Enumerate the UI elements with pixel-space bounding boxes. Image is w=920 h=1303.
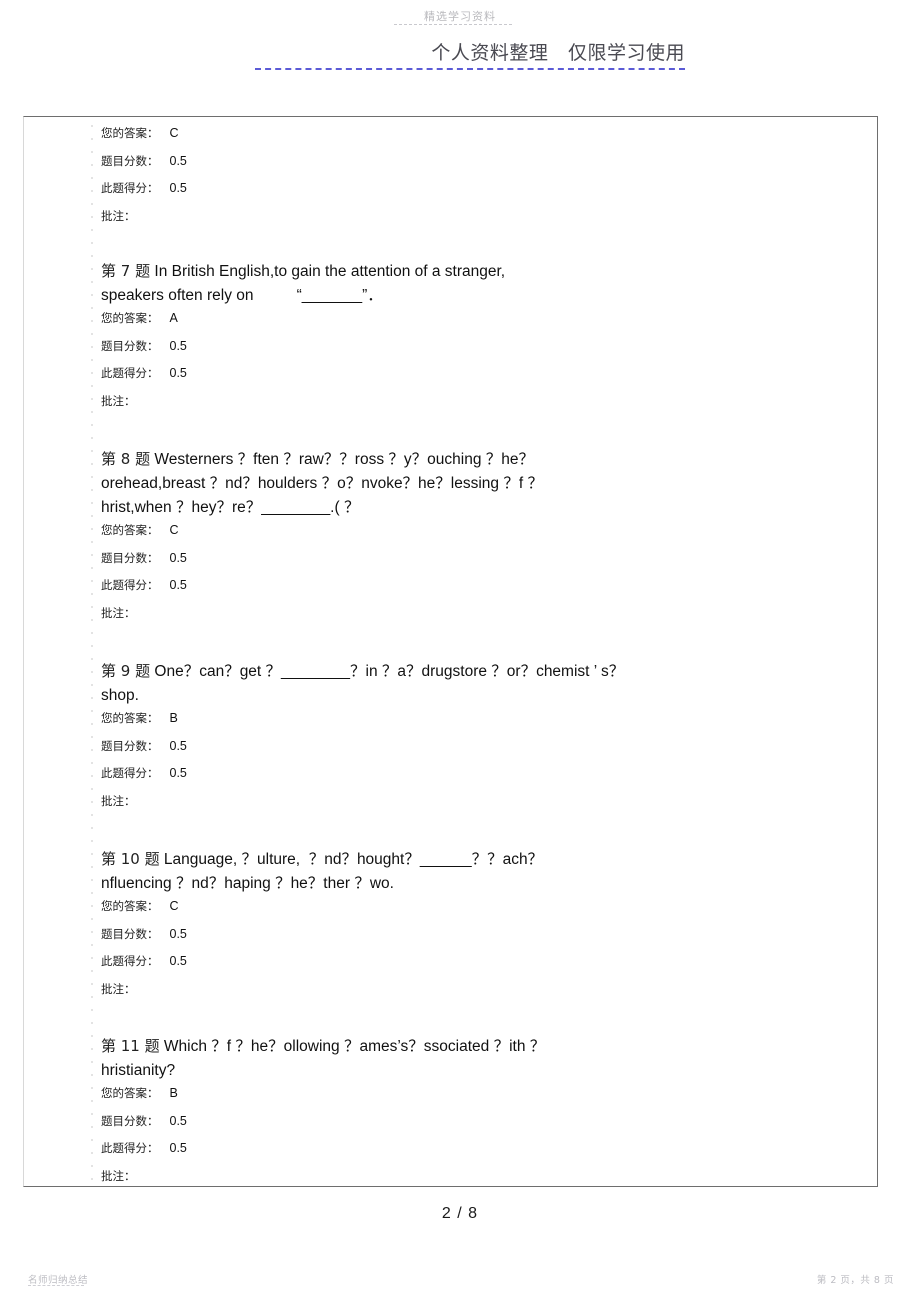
value-score-obtained: 0.5	[169, 766, 187, 780]
meta-row-annotation-label: 批注：	[101, 1168, 136, 1183]
question-text: 第 7 题 In British English,to gain the att…	[101, 259, 801, 308]
meta-row-score-obtained-label: 此题得分：	[101, 766, 159, 780]
meta-row-score-obtained: 此题得分： 0.5	[101, 765, 801, 793]
question-body: Westerners ？ften ？raw？？ross ？y？ouching ？…	[101, 451, 543, 516]
value-question-score: 0.5	[169, 338, 187, 353]
exam-content-frame: 您的答案： C 题目分数： 0.5 此题得分： 0.5 批注： 第 7 题 In Britis…	[23, 116, 878, 1187]
value-your-answer: B	[169, 711, 178, 725]
value-your-answer: C	[169, 126, 179, 140]
question-number: 第 11 题	[101, 1037, 160, 1055]
question-block: 您的答案： C 题目分数： 0.5 此题得分： 0.5 批注：	[101, 125, 801, 235]
document-header-title: 个人资料整理 仅限学习使用	[431, 42, 685, 64]
meta-row-your-answer: 您的答案： B	[101, 710, 801, 738]
question-number: 第 10 题	[101, 850, 160, 868]
meta-row-score-obtained-label: 此题得分：	[101, 181, 159, 195]
meta-row-your-answer: 您的答案： C	[101, 125, 801, 153]
meta-row-question-score: 题目分数： 0.5	[101, 738, 801, 766]
value-score-obtained: 0.5	[169, 1141, 187, 1155]
meta-row-question-score: 题目分数： 0.5	[101, 153, 801, 181]
meta-row-score-obtained-label: 此题得分：	[101, 578, 159, 592]
meta-row-score-obtained: 此题得分： 0.5	[101, 577, 801, 605]
meta-row-score-obtained: 此题得分： 0.5	[101, 1140, 801, 1168]
question-number: 第 9 题	[101, 662, 151, 680]
meta-row-question-score: 题目分数： 0.5	[101, 926, 801, 954]
meta-row-your-answer-label: 您的答案：	[101, 899, 159, 913]
value-question-score: 0.5	[169, 1113, 187, 1128]
value-your-answer: C	[169, 899, 179, 913]
meta-row-score-obtained-label: 此题得分：	[101, 954, 159, 968]
meta-row-annotation: 批注：	[101, 605, 801, 633]
meta-row-annotation: 批注：	[101, 208, 801, 236]
meta-row-annotation-label: 批注：	[101, 208, 136, 223]
meta-row-score-obtained: 此题得分： 0.5	[101, 953, 801, 981]
question-block: 第 11 题 Which ？f ？he？ollowing ？ames’s？sso…	[101, 1034, 801, 1195]
question-block: 第 7 题 In British English,to gain the att…	[101, 259, 801, 420]
question-text: 第 9 题 One？can？get ？________？in ？a？drugst…	[101, 659, 801, 708]
meta-row-your-answer: 您的答案： A	[101, 310, 801, 338]
exam-question-list: 您的答案： C 题目分数： 0.5 此题得分： 0.5 批注： 第 7 题 In Britis…	[101, 117, 867, 1186]
meta-row-your-answer-label: 您的答案：	[101, 126, 159, 140]
meta-row-question-score-label: 题目分数：	[101, 1113, 159, 1128]
value-question-score: 0.5	[169, 926, 187, 941]
watermark-top-rule	[394, 24, 512, 25]
meta-row-question-score-label: 题目分数：	[101, 738, 159, 753]
question-text: 第 8 题 Westerners ？ften ？raw？？ross ？y？ouc…	[101, 447, 801, 520]
value-your-answer: A	[169, 311, 178, 325]
meta-row-your-answer: 您的答案： C	[101, 522, 801, 550]
meta-row-your-answer-label: 您的答案：	[101, 523, 159, 537]
meta-row-question-score-label: 题目分数：	[101, 550, 159, 565]
meta-row-annotation: 批注：	[101, 1168, 801, 1196]
value-score-obtained: 0.5	[169, 366, 187, 380]
value-question-score: 0.5	[169, 550, 187, 565]
question-block: 第 8 题 Westerners ？ften ？raw？？ross ？y？ouc…	[101, 447, 801, 632]
watermark-bottom-right: 第 2 页，共 8 页	[816, 1275, 894, 1286]
question-body: Language, ？ulture, ？nd？hought？______？？ac…	[101, 851, 544, 892]
value-question-score: 0.5	[169, 153, 187, 168]
page-indicator: 2 / 8	[441, 1205, 479, 1222]
meta-row-question-score: 题目分数： 0.5	[101, 1113, 801, 1141]
value-score-obtained: 0.5	[169, 954, 187, 968]
meta-row-score-obtained-label: 此题得分：	[101, 1141, 159, 1155]
watermark-bottom-left-rule	[28, 1285, 84, 1286]
meta-row-question-score-label: 题目分数：	[101, 926, 159, 941]
document-header: 个人资料整理 仅限学习使用	[255, 38, 685, 70]
meta-row-question-score-label: 题目分数：	[101, 153, 159, 168]
meta-row-annotation: 批注：	[101, 981, 801, 1009]
meta-row-your-answer-label: 您的答案：	[101, 311, 159, 325]
meta-row-your-answer-label: 您的答案：	[101, 711, 159, 725]
meta-row-your-answer-label: 您的答案：	[101, 1086, 159, 1100]
meta-row-annotation: 批注：	[101, 393, 801, 421]
question-block: 第 10 题 Language, ？ulture, ？nd？hought？___…	[101, 847, 801, 1008]
question-body: One？can？get ？________？in ？a？drugstore ？o…	[101, 663, 625, 704]
watermark-top: 精选学习资料	[424, 10, 496, 23]
meta-row-question-score: 题目分数： 0.5	[101, 550, 801, 578]
meta-row-annotation: 批注：	[101, 793, 801, 821]
watermark-bottom-left: 名师归纳总结	[28, 1275, 89, 1286]
meta-row-your-answer: 您的答案： C	[101, 898, 801, 926]
question-body: Which ？f ？he？ollowing ？ames’s？ssociated …	[101, 1038, 546, 1079]
value-your-answer: C	[169, 523, 179, 537]
value-score-obtained: 0.5	[169, 578, 187, 592]
value-your-answer: B	[169, 1086, 178, 1100]
question-text: 第 10 题 Language, ？ulture, ？nd？hought？___…	[101, 847, 801, 896]
value-question-score: 0.5	[169, 738, 187, 753]
meta-row-question-score: 题目分数： 0.5	[101, 338, 801, 366]
meta-row-score-obtained: 此题得分： 0.5	[101, 365, 801, 393]
meta-row-score-obtained-label: 此题得分：	[101, 366, 159, 380]
value-score-obtained: 0.5	[169, 181, 187, 195]
meta-row-annotation-label: 批注：	[101, 605, 136, 620]
meta-row-annotation-label: 批注：	[101, 981, 136, 996]
question-text: 第 11 题 Which ？f ？he？ollowing ？ames’s？sso…	[101, 1034, 801, 1083]
question-number: 第 7 题	[101, 262, 151, 280]
meta-row-question-score-label: 题目分数：	[101, 338, 159, 353]
question-block: 第 9 题 One？can？get ？________？in ？a？drugst…	[101, 659, 801, 820]
meta-row-score-obtained: 此题得分： 0.5	[101, 180, 801, 208]
document-header-rule	[255, 68, 685, 70]
meta-row-your-answer: 您的答案： B	[101, 1085, 801, 1113]
meta-row-annotation-label: 批注：	[101, 393, 136, 408]
question-body: In British English,to gain the attention…	[101, 263, 506, 304]
meta-row-annotation-label: 批注：	[101, 793, 136, 808]
scan-artifact-dots	[91, 125, 93, 1180]
question-number: 第 8 题	[101, 450, 151, 468]
